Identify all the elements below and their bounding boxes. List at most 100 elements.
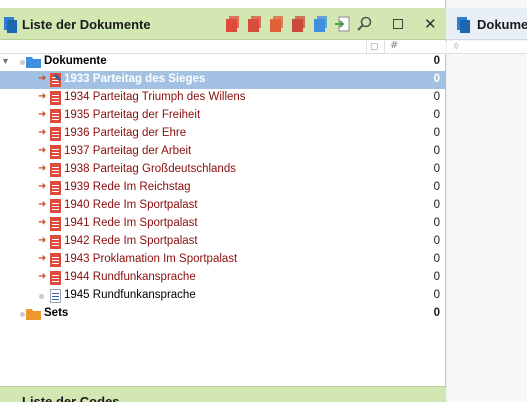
import-icon[interactable] (335, 16, 350, 32)
document-label: 1944 Rundfunkansprache (64, 271, 196, 283)
document-count: 0 (433, 91, 440, 103)
collapse-triangle-icon[interactable]: ▼ (1, 56, 10, 66)
document-count: 0 (433, 127, 440, 139)
document-count: 0 (433, 163, 440, 175)
document-count: 0 (433, 253, 440, 265)
document-row[interactable]: ➜ 1935 Parteitag der Freiheit 0 (0, 107, 446, 125)
document-count: 0 (433, 73, 440, 85)
document-label: 1939 Rede Im Reichstag (64, 181, 191, 193)
document-label: 1937 Parteitag der Arbeit (64, 145, 192, 157)
arrow-right-icon: ➜ (38, 109, 47, 120)
dot-icon (39, 294, 44, 299)
restore-icon[interactable] (393, 19, 403, 29)
tree-root-dokumente[interactable]: ▼ Dokumente 0 (0, 53, 446, 71)
sets-label: Sets (44, 307, 69, 319)
document-row[interactable]: ➜ 1943 Proklamation Im Sportpalast 0 (0, 251, 446, 269)
pdf-document-icon (50, 217, 61, 231)
arrow-right-icon: ➜ (38, 271, 47, 282)
document-row[interactable]: ➜ 1939 Rede Im Reichstag 0 (0, 179, 446, 197)
pdf-document-icon (50, 253, 61, 267)
document-label: 1941 Rede Im Sportpalast (64, 217, 198, 229)
document-browser-header: Dokumen (447, 8, 527, 40)
dot-icon (20, 312, 25, 317)
arrow-right-icon: ➜ (38, 199, 47, 210)
document-count: 0 (433, 145, 440, 157)
arrow-right-icon: ➜ (38, 127, 47, 138)
document-count: 0 (433, 199, 440, 211)
documents-panel-icon (4, 17, 17, 33)
document-label: 1936 Parteitag der Ehre (64, 127, 187, 139)
pdf-document-icon (50, 109, 61, 123)
column-header-memo[interactable]: ▢ (366, 41, 380, 53)
document-browser-title: Dokumen (477, 17, 527, 32)
pdf-document-icon (50, 181, 61, 195)
document-row[interactable]: ➜ 1944 Rundfunkansprache 0 (0, 269, 446, 287)
codes-panel-title: Liste der Codes (22, 394, 120, 402)
pdf-document-icon (50, 145, 61, 159)
document-count: 0 (433, 271, 440, 283)
pdf-document-icon (50, 91, 61, 105)
document-label: 1945 Rundfunkansprache (64, 289, 196, 301)
document-row[interactable]: ➜ 1941 Rede Im Sportpalast 0 (0, 215, 446, 233)
pdf-document-icon (50, 235, 61, 249)
diamond-icon: ◊ (454, 41, 459, 51)
tree-root-label: Dokumente (44, 55, 107, 67)
pdf-document-icon (50, 163, 61, 177)
sets-folder-icon (26, 309, 41, 320)
folder-icon (26, 57, 41, 68)
document-row[interactable]: ➜ 1938 Parteitag Großdeutschlands 0 (0, 161, 446, 179)
arrow-right-icon: ➜ (38, 145, 47, 156)
close-icon[interactable]: ✕ (424, 15, 437, 33)
document-label: 1934 Parteitag Triumph des Willens (64, 91, 246, 103)
pdf-document-icon (50, 73, 61, 87)
document-label: 1942 Rede Im Sportpalast (64, 235, 198, 247)
arrow-right-icon: ➜ (38, 91, 47, 102)
document-label: 1935 Parteitag der Freiheit (64, 109, 201, 121)
document-label: 1940 Rede Im Sportpalast (64, 199, 198, 211)
sets-icon[interactable] (269, 16, 284, 32)
tree-root-count: 0 (433, 55, 440, 67)
document-count: 0 (433, 289, 440, 301)
sets-count: 0 (433, 307, 440, 319)
document-label: 1943 Proklamation Im Sportpalast (64, 253, 238, 265)
document-count: 0 (433, 181, 440, 193)
document-row[interactable]: ➜ 1937 Parteitag der Arbeit 0 (0, 143, 446, 161)
palette-icon[interactable] (291, 16, 306, 32)
document-label: 1938 Parteitag Großdeutschlands (64, 163, 236, 175)
document-row[interactable]: ➜ 1933 Parteitag des Sieges 0 (0, 71, 446, 89)
document-row[interactable]: ➜ 1940 Rede Im Sportpalast 0 (0, 197, 446, 215)
column-header-count[interactable]: # (384, 40, 398, 53)
pdf-document-icon (50, 271, 61, 285)
document-browser-panel: Dokumen ◊ (447, 0, 527, 402)
arrow-right-icon: ➜ (38, 181, 47, 192)
document-row[interactable]: ➜ 1934 Parteitag Triumph des Willens 0 (0, 89, 446, 107)
app-window: Liste der Dokumente ✕ ▢ # ▼ Dokumente 0 … (0, 0, 527, 402)
pdf-document-icon (50, 199, 61, 213)
arrow-right-icon: ➜ (38, 253, 47, 264)
document-list-panel: Liste der Dokumente ✕ ▢ # ▼ Dokumente 0 … (0, 0, 446, 402)
page-title: Liste der Dokumente (22, 17, 151, 32)
document-panel-header: Liste der Dokumente ✕ (0, 8, 446, 40)
document-label: 1933 Parteitag des Sieges (64, 73, 206, 85)
document-row[interactable]: 1945 Rundfunkansprache 0 (0, 287, 446, 305)
document-count: 0 (433, 109, 440, 121)
pdf-document-icon (50, 127, 61, 141)
document-browser-icon (457, 17, 470, 33)
arrow-right-icon: ➜ (38, 235, 47, 246)
document-row[interactable]: ➜ 1942 Rede Im Sportpalast 0 (0, 233, 446, 251)
dot-icon (20, 60, 25, 65)
copy-doc-icon[interactable] (247, 16, 262, 32)
new-doc-icon[interactable] (225, 16, 240, 32)
arrow-right-icon: ➜ (38, 163, 47, 174)
arrow-right-icon: ➜ (38, 217, 47, 228)
document-browser-subbar: ◊ (447, 41, 527, 54)
add-set-icon[interactable] (313, 16, 328, 32)
text-document-icon (50, 289, 61, 303)
document-count: 0 (433, 217, 440, 229)
search-icon[interactable] (357, 16, 372, 32)
tree-root-sets[interactable]: Sets 0 (0, 305, 446, 323)
document-row[interactable]: ➜ 1936 Parteitag der Ehre 0 (0, 125, 446, 143)
arrow-right-icon: ➜ (38, 73, 47, 84)
document-count: 0 (433, 235, 440, 247)
codes-panel-header: Liste der Codes (0, 386, 446, 402)
